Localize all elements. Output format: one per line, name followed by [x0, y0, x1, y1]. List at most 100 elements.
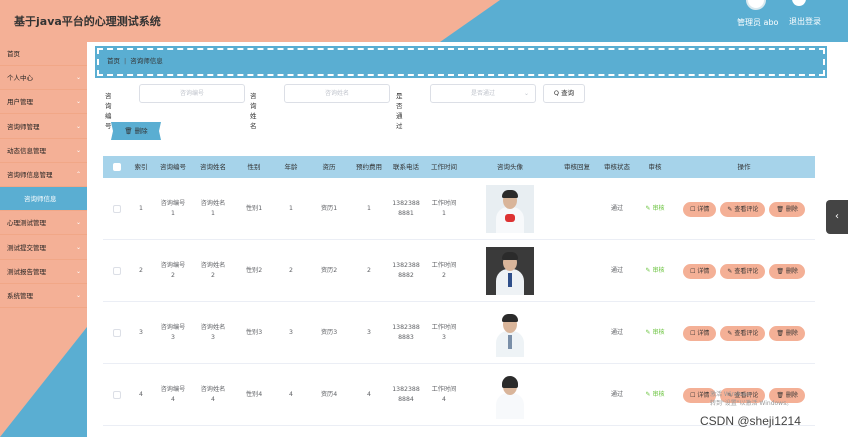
cell-fee: 4 — [367, 391, 371, 399]
sidebar-blue-corner — [0, 327, 87, 437]
checkbox-box — [113, 329, 121, 337]
sidebar-item-counselor-info-mgmt[interactable]: 咨询师信息管理 ⌃ — [0, 163, 87, 187]
sidebar-item-news[interactable]: 动态信息管理 ⌄ — [0, 139, 87, 163]
cell-qualification: 资历1 — [320, 205, 338, 213]
cell-gender: 性别1 — [245, 205, 263, 213]
review-button[interactable]: ✎ 审核 — [646, 390, 665, 399]
sidebar-item-home[interactable]: 首页 — [0, 42, 87, 66]
cell-status: 通过 — [610, 391, 624, 399]
sidebar-item-submissions[interactable]: 测试提交管理 ⌄ — [0, 236, 87, 260]
view-comments-button[interactable]: ✎ 查看评论 — [720, 263, 766, 279]
detail-button[interactable]: ☐ 详情 — [683, 263, 717, 279]
pass-select[interactable]: 是否通过 ⌄ — [430, 84, 536, 103]
batch-delete-button[interactable]: 🗑 删除 — [111, 122, 161, 140]
cell-name: 咨询姓名 4 — [200, 386, 226, 403]
review-button[interactable]: ✎ 审核 — [646, 266, 665, 275]
chevron-down-icon: ⌄ — [75, 74, 81, 81]
delete-button[interactable]: 🗑 删除 — [769, 201, 805, 217]
col-worktime: 工作时间 — [431, 163, 457, 171]
cell-actions: ☐ 详情 ✎ 查看评论 🗑 删除 — [673, 178, 815, 240]
breadcrumb-current: 咨询师信息 — [130, 57, 163, 65]
cell-worktime: 工作时间 4 — [431, 386, 457, 403]
chevron-down-icon: ⌄ — [75, 219, 81, 226]
sidebar-item-label: 首页 — [7, 50, 20, 58]
sidebar-item-users[interactable]: 用户管理 ⌄ — [0, 90, 87, 114]
col-age: 年龄 — [284, 163, 298, 171]
user-info: 管理员 abo — [737, 18, 779, 27]
cell-no: 咨询编号 3 — [160, 324, 186, 341]
view-comments-button[interactable]: ✎ 查看评论 — [720, 325, 766, 341]
search-label-pass: 是否通过 — [396, 92, 403, 130]
col-status: 审核状态 — [604, 163, 630, 171]
detail-button[interactable]: ☐ 详情 — [683, 325, 717, 341]
col-gender: 性别 — [247, 163, 261, 171]
table-row: 2 咨询编号 2 咨询姓名 2 性别2 2 资历2 2 1382388 8882… — [103, 240, 815, 302]
col-review: 审核 — [648, 163, 662, 171]
breadcrumb-separator: | — [124, 57, 127, 65]
cell-avatar — [463, 364, 557, 426]
col-avatar: 咨询头像 — [497, 163, 523, 171]
cell-index: 1 — [139, 205, 143, 213]
view-comments-button[interactable]: ✎ 查看评论 — [720, 201, 766, 217]
col-qualification: 资历 — [322, 163, 336, 171]
sidebar-item-tests[interactable]: 心理测试管理 ⌄ — [0, 211, 87, 235]
cell-no: 咨询编号 4 — [160, 386, 186, 403]
cell-phone: 1382388 8882 — [392, 262, 420, 279]
cell-review: ✎ 审核 — [637, 240, 673, 302]
search-button[interactable]: Q 查询 — [543, 84, 585, 103]
col-index[interactable]: 索引 — [129, 156, 153, 178]
cell-qualification: 资历2 — [320, 267, 338, 275]
cell-review: ✎ 审核 — [637, 302, 673, 364]
row-checkbox[interactable] — [107, 178, 127, 240]
counselor-name-input[interactable]: 咨询姓名 — [284, 84, 390, 103]
col-name: 咨询姓名 — [200, 163, 226, 171]
main-content: 首页 | 咨询师信息 咨询编号 咨询编号 咨询姓名 咨询姓名 是否通过 是否通过 ⌄ … — [87, 42, 848, 437]
sidebar-item-label: 个人中心 — [7, 74, 33, 82]
cell-no: 咨询编号 2 — [160, 262, 186, 279]
checkbox-box — [113, 163, 121, 171]
col-phone: 联系电话 — [393, 163, 419, 171]
cell-gender: 性别4 — [245, 391, 263, 399]
cell-age: 1 — [289, 205, 293, 213]
breadcrumb-home[interactable]: 首页 — [107, 57, 120, 65]
cell-gender: 性别2 — [245, 267, 263, 275]
sidebar-item-label: 动态信息管理 — [7, 147, 46, 155]
select-all-checkbox[interactable] — [107, 156, 127, 178]
delete-button[interactable]: 🗑 删除 — [769, 263, 805, 279]
chevron-down-icon: ⌄ — [75, 292, 81, 299]
delete-button[interactable]: 🗑 删除 — [769, 325, 805, 341]
logout-button[interactable]: 退出登录 — [789, 16, 821, 27]
pass-select-placeholder: 是否通过 — [470, 90, 495, 97]
detail-button[interactable]: ☐ 详情 — [683, 201, 717, 217]
sidebar-item-counselors[interactable]: 咨询师管理 ⌄ — [0, 115, 87, 139]
cell-status: 通过 — [610, 205, 624, 213]
cell-name: 咨询姓名 3 — [200, 324, 226, 341]
sidebar-item-label: 心理测试管理 — [7, 219, 46, 227]
sidebar-item-counselor-info[interactable]: 咨询师信息 — [0, 187, 87, 211]
row-checkbox[interactable] — [107, 240, 127, 302]
row-checkbox[interactable] — [107, 364, 127, 426]
counselor-photo — [486, 185, 534, 233]
counselor-no-input[interactable]: 咨询编号 — [139, 84, 245, 103]
row-checkbox[interactable] — [107, 302, 127, 364]
col-no: 咨询编号 — [160, 163, 186, 171]
cell-avatar — [463, 302, 557, 364]
sidebar-item-reports[interactable]: 测试报告管理 ⌄ — [0, 260, 87, 284]
sidebar-item-profile[interactable]: 个人中心 ⌄ — [0, 66, 87, 90]
chevron-down-icon: ⌄ — [75, 123, 81, 130]
cell-reply — [557, 302, 597, 364]
breadcrumb: 首页 | 咨询师信息 — [95, 46, 827, 78]
review-button[interactable]: ✎ 审核 — [646, 328, 665, 337]
sidebar-item-system[interactable]: 系统管理 ⌄ — [0, 284, 87, 308]
sidebar-item-label: 用户管理 — [7, 98, 33, 106]
cell-phone: 1382388 8883 — [392, 324, 420, 341]
cell-review: ✎ 审核 — [637, 364, 673, 426]
chevron-down-icon: ⌄ — [75, 147, 81, 154]
collapse-panel-tab[interactable]: ‹ — [826, 200, 848, 234]
review-button[interactable]: ✎ 审核 — [646, 204, 665, 213]
chevron-down-icon: ⌄ — [523, 90, 529, 97]
table-row: 1 咨询编号 1 咨询姓名 1 性别1 1 资历1 1 1382388 8881… — [103, 178, 815, 240]
sidebar-item-label: 系统管理 — [7, 292, 33, 300]
cell-actions: ☐ 详情 ✎ 查看评论 🗑 删除 — [673, 240, 815, 302]
watermark-line2: 转到"设置"以激活 Windows。 — [710, 400, 793, 407]
